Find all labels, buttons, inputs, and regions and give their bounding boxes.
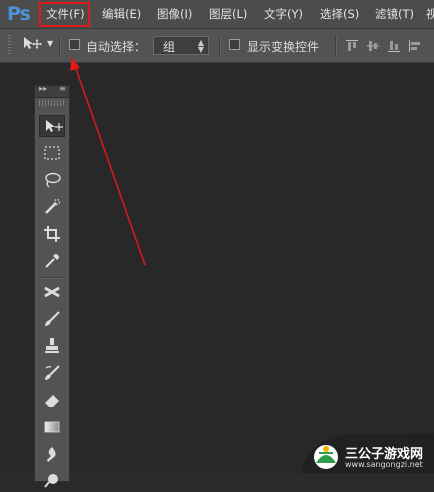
dodge-tool[interactable] [39, 470, 65, 492]
tools-panel: ▸▸ ≡ [34, 84, 70, 488]
healing-icon [44, 286, 60, 298]
brush-tool[interactable] [39, 308, 65, 330]
blur-icon [47, 447, 56, 462]
chevron-down-icon[interactable]: ▼ [47, 39, 53, 48]
history-brush-icon [45, 365, 60, 380]
show-transform-controls-label: 显示变换控件 [247, 40, 320, 54]
options-bar: ▼ 自动选择： 组 ▲ ▼ 显示变换控件 [0, 29, 434, 63]
menu-filter[interactable]: 滤镜(T) [375, 6, 414, 22]
align-vertical-center-icon[interactable] [366, 38, 380, 52]
menu-select[interactable]: 选择(S) [320, 6, 359, 22]
stamp-icon [45, 338, 59, 353]
move-icon [46, 120, 63, 132]
align-left-icon[interactable] [408, 38, 422, 52]
tool-group-divider [41, 277, 63, 279]
tools-panel-grip[interactable] [39, 100, 65, 106]
watermark-url: www.sangongzi.net [345, 460, 423, 469]
panel-menu-icon[interactable]: ≡ [59, 84, 66, 93]
auto-select-target-dropdown[interactable]: 组 ▲ ▼ [153, 36, 209, 55]
move-icon [24, 37, 42, 49]
brush-icon [45, 311, 60, 326]
eraser-icon [45, 395, 59, 407]
updown-arrows-icon: ▲ ▼ [197, 38, 204, 54]
menu-type[interactable]: 文字(Y) [264, 6, 303, 22]
crop-icon [44, 226, 60, 242]
separator [219, 36, 221, 56]
gradient-icon [44, 421, 60, 433]
healing-tool[interactable] [39, 281, 65, 303]
align-bottom-icon[interactable] [387, 38, 401, 52]
rect-marquee-icon [44, 146, 60, 160]
tools-panel-header[interactable]: ▸▸ ≡ [35, 84, 69, 98]
auto-select-label: 自动选择： [86, 40, 147, 54]
eyedropper-icon [45, 254, 59, 268]
auto-select-target-value: 组 [163, 40, 176, 54]
expand-panel-icon[interactable]: ▸▸ [39, 84, 47, 93]
file-menu-highlight-box [39, 2, 90, 27]
quick-select-icon [45, 198, 61, 214]
menu-layer[interactable]: 图层(L) [209, 6, 247, 22]
marquee-tool[interactable] [39, 142, 65, 164]
eyedropper-tool[interactable] [39, 250, 65, 272]
show-transform-controls-checkbox[interactable] [229, 39, 240, 50]
move-tool[interactable] [39, 115, 65, 137]
separator [335, 36, 337, 56]
history-brush-tool[interactable] [39, 362, 65, 384]
lasso-tool[interactable] [39, 169, 65, 191]
ps-logo: Ps [7, 3, 31, 25]
blur-tool[interactable] [39, 443, 65, 465]
align-top-icon[interactable] [345, 38, 359, 52]
separator [59, 36, 61, 56]
quick-select-tool[interactable] [39, 196, 65, 218]
dodge-icon [44, 474, 58, 488]
menu-view[interactable]: 视 [426, 6, 434, 22]
options-bar-grip[interactable] [8, 35, 11, 55]
menu-image[interactable]: 图像(I) [157, 6, 192, 22]
menu-bar: Ps 文件(F) 编辑(E) 图像(I) 图层(L) 文字(Y) 选择(S) 滤… [0, 0, 434, 29]
stamp-tool[interactable] [39, 335, 65, 357]
gradient-tool[interactable] [39, 416, 65, 438]
menu-edit[interactable]: 编辑(E) [102, 6, 141, 22]
eraser-tool[interactable] [39, 389, 65, 411]
tool-preset-picker[interactable] [22, 36, 44, 53]
lasso-icon [45, 172, 61, 188]
auto-select-checkbox[interactable] [69, 39, 80, 50]
crop-tool[interactable] [39, 223, 65, 245]
